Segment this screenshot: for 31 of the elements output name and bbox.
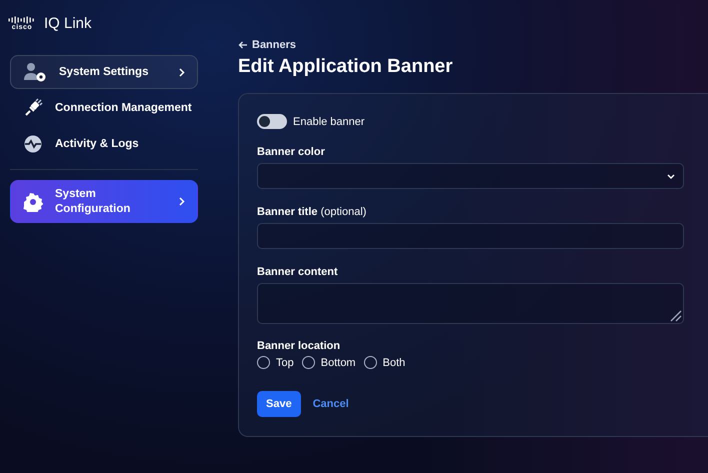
dropdown-field[interactable] [257, 163, 684, 189]
sidebar-item[interactable]: Connection Management [10, 91, 198, 125]
gear-icon [23, 192, 43, 212]
field-label: Banner title (optional) [257, 206, 368, 218]
app-name: IQ Link [44, 14, 92, 32]
chevron-icon [179, 68, 185, 76]
field-label: Banner location [257, 340, 342, 352]
chevron-icon [179, 197, 185, 206]
radio-option[interactable]: Both [364, 356, 406, 369]
logo-bars-icon [8, 16, 36, 24]
toggle-switch[interactable] [257, 114, 287, 129]
sidebar-item[interactable]: Activity & Logs [10, 127, 198, 161]
save-button[interactable]: Save [257, 391, 301, 417]
page-title: Edit Application Banner [238, 56, 453, 78]
back-link[interactable]: Banners [238, 39, 296, 51]
field-label: Banner color [257, 146, 326, 158]
radio-option[interactable]: Bottom [302, 356, 356, 369]
chevron-down-icon [667, 174, 675, 178]
back-arrow-icon [238, 41, 248, 49]
radio-option[interactable]: Top [257, 356, 294, 369]
textarea-field[interactable] [257, 283, 684, 324]
cancel-button[interactable]: Cancel [312, 398, 349, 410]
plug-icon [23, 98, 43, 118]
input-field[interactable] [257, 223, 684, 249]
sidebar-item[interactable]: System Configuration [10, 180, 198, 223]
resize-handle-icon[interactable] [668, 308, 682, 322]
toggle-label: Enable banner [293, 116, 365, 128]
user-gear-icon [23, 62, 47, 82]
activity-icon [23, 134, 43, 154]
sidebar-item[interactable]: System Settings [10, 55, 198, 89]
field-label: Banner content [257, 266, 339, 278]
